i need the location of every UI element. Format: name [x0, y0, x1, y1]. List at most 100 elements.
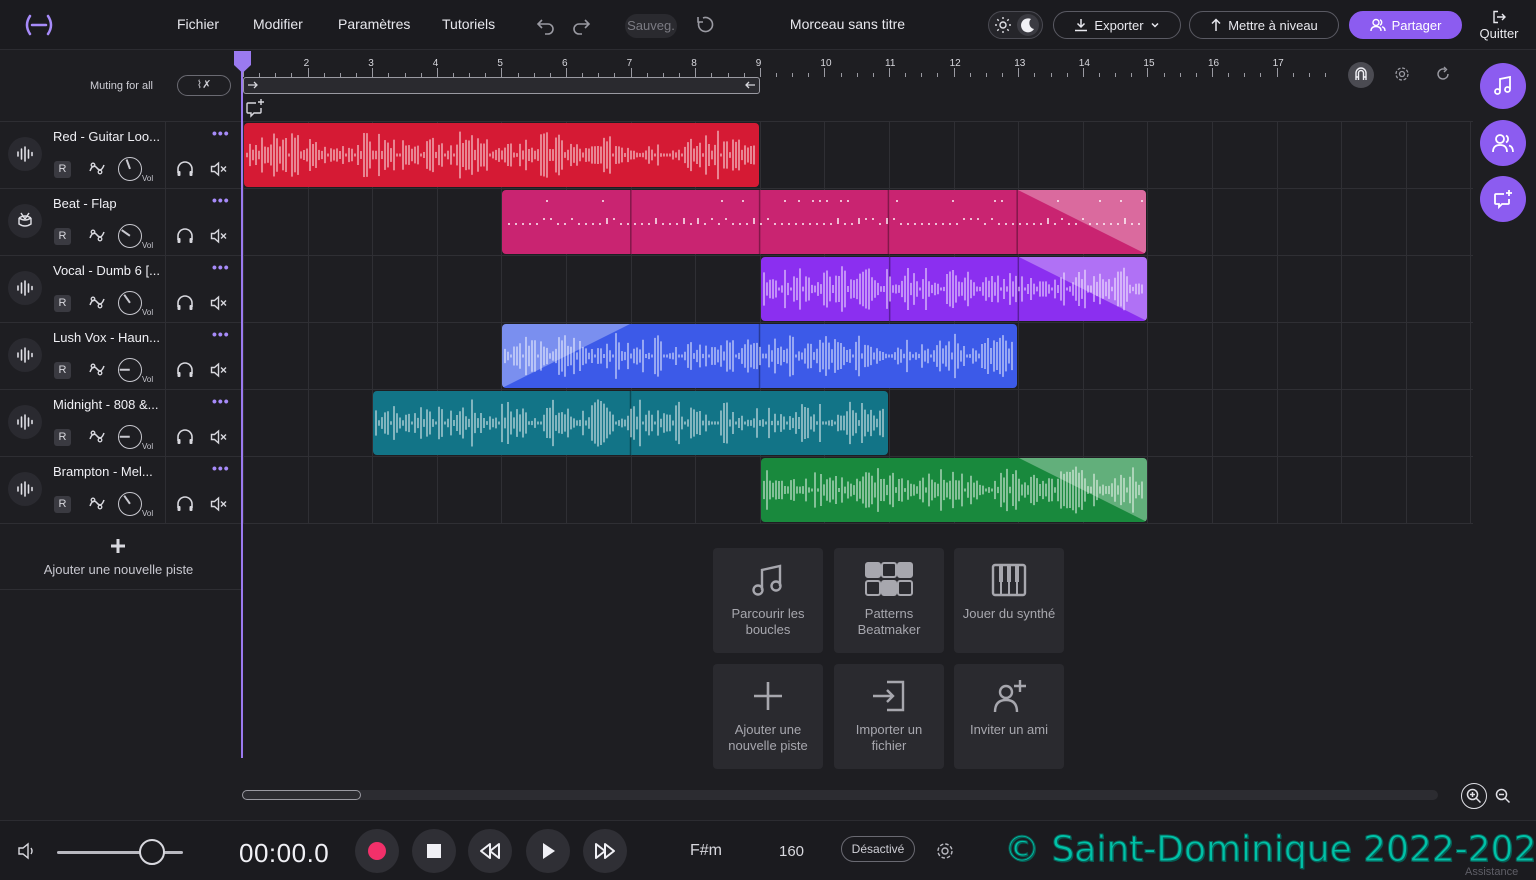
undo-icon[interactable] — [535, 14, 557, 36]
record-arm-button[interactable]: R — [54, 362, 71, 379]
track-name[interactable]: Red - Guitar Loo... — [53, 129, 163, 144]
menu-edit[interactable]: Modifier — [253, 16, 303, 32]
headphones-icon[interactable] — [176, 428, 194, 446]
audio-clip[interactable] — [502, 324, 1017, 388]
record-button[interactable] — [355, 829, 399, 873]
more-options-icon[interactable]: ••• — [212, 125, 230, 141]
audio-clip[interactable] — [761, 257, 1147, 321]
mute-icon[interactable] — [210, 361, 228, 379]
timeline-ruler[interactable]: 2 3 4 5 6 7 8 9 10 11 12 13 14 15 16 17 — [243, 51, 1337, 77]
loops-browser-button[interactable] — [1480, 63, 1526, 109]
volume-knob[interactable] — [118, 358, 142, 382]
track-row[interactable]: Midnight - 808 &... ••• R Vol — [0, 389, 241, 457]
record-arm-button[interactable]: R — [54, 295, 71, 312]
quick-action-tile[interactable]: Importer un fichier — [834, 664, 944, 769]
headphones-icon[interactable] — [176, 495, 194, 513]
fade-handle[interactable] — [1019, 257, 1147, 321]
track-name[interactable]: Beat - Flap — [53, 196, 163, 211]
waveform-icon[interactable] — [8, 137, 42, 171]
collaborators-button[interactable] — [1480, 120, 1526, 166]
loop-region[interactable] — [243, 77, 760, 94]
quick-action-tile[interactable]: Parcourir les boucles — [713, 548, 823, 653]
export-button[interactable]: Exporter — [1053, 11, 1181, 39]
metronome-toggle[interactable]: Désactivé — [841, 836, 915, 862]
waveform-icon[interactable] — [8, 405, 42, 439]
zoom-in-icon[interactable] — [1461, 783, 1487, 809]
key-display[interactable]: F#m — [690, 842, 722, 860]
track-row[interactable]: Brampton - Mel... ••• R Vol — [0, 456, 241, 524]
headphones-icon[interactable] — [176, 160, 194, 178]
menu-settings[interactable]: Paramètres — [338, 16, 410, 32]
volume-knob[interactable] — [118, 492, 142, 516]
fade-handle[interactable] — [1019, 458, 1147, 522]
fast-forward-button[interactable] — [583, 829, 627, 873]
more-options-icon[interactable]: ••• — [212, 460, 230, 476]
headphones-icon[interactable] — [176, 294, 194, 312]
headphones-icon[interactable] — [176, 361, 194, 379]
play-button[interactable] — [526, 829, 570, 873]
waveform-icon[interactable] — [8, 338, 42, 372]
gear-icon[interactable] — [1393, 65, 1411, 83]
fade-handle[interactable] — [1018, 190, 1146, 254]
horizontal-scrollbar[interactable] — [242, 790, 1438, 800]
loop-icon[interactable] — [1434, 65, 1452, 83]
audio-clip[interactable] — [244, 123, 759, 187]
quick-action-tile[interactable]: Inviter un ami — [954, 664, 1064, 769]
effects-icon[interactable] — [88, 226, 106, 244]
more-options-icon[interactable]: ••• — [212, 393, 230, 409]
project-title[interactable]: Morceau sans titre — [760, 16, 935, 32]
fade-handle[interactable] — [502, 324, 630, 388]
record-arm-button[interactable]: R — [54, 496, 71, 513]
rewind-button[interactable] — [468, 829, 512, 873]
bpm-display[interactable]: 160 — [779, 843, 804, 860]
quit-button[interactable]: Quitter — [1476, 9, 1522, 41]
drum-icon[interactable] — [8, 204, 42, 238]
quick-action-tile[interactable]: Patterns Beatmaker — [834, 548, 944, 653]
headphones-icon[interactable] — [176, 227, 194, 245]
audio-clip[interactable] — [373, 391, 888, 455]
menu-tutorials[interactable]: Tutoriels — [442, 16, 495, 32]
more-options-icon[interactable]: ••• — [212, 259, 230, 275]
effects-icon[interactable] — [88, 427, 106, 445]
waveform-icon[interactable] — [8, 271, 42, 305]
track-row[interactable]: Vocal - Dumb 6 [... ••• R Vol — [0, 255, 241, 323]
effects-icon[interactable] — [88, 494, 106, 512]
stop-button[interactable] — [412, 829, 456, 873]
mute-icon[interactable] — [210, 160, 228, 178]
add-track-button[interactable]: Ajouter une nouvelle piste — [0, 523, 241, 590]
record-arm-button[interactable]: R — [54, 429, 71, 446]
quick-action-tile[interactable]: Ajouter une nouvelle piste — [713, 664, 823, 769]
track-name[interactable]: Vocal - Dumb 6 [... — [53, 263, 163, 278]
quick-action-tile[interactable]: Jouer du synthé — [954, 548, 1064, 653]
effects-icon[interactable] — [88, 159, 106, 177]
track-name[interactable]: Lush Vox - Haun... — [53, 330, 163, 345]
audio-clip[interactable] — [761, 458, 1147, 522]
track-name[interactable]: Midnight - 808 &... — [53, 397, 163, 412]
mute-icon[interactable] — [210, 495, 228, 513]
history-icon[interactable] — [694, 14, 716, 36]
snap-magnet-icon[interactable] — [1348, 62, 1374, 88]
track-row[interactable]: Lush Vox - Haun... ••• R Vol — [0, 322, 241, 390]
track-row[interactable]: Beat - Flap ••• R Vol — [0, 188, 241, 256]
theme-toggle[interactable] — [988, 11, 1043, 39]
record-arm-button[interactable]: R — [54, 228, 71, 245]
app-logo-icon[interactable] — [22, 13, 56, 37]
volume-knob[interactable] — [118, 224, 142, 248]
master-volume-thumb[interactable] — [138, 839, 165, 865]
share-button[interactable]: Partager — [1349, 11, 1462, 39]
mute-icon[interactable] — [210, 227, 228, 245]
assistance-link[interactable]: Assistance — [1465, 866, 1518, 878]
muting-for-all-button[interactable]: ⌇✗ — [177, 75, 231, 96]
mute-icon[interactable] — [210, 294, 228, 312]
effects-icon[interactable] — [88, 293, 106, 311]
menu-file[interactable]: Fichier — [177, 16, 219, 32]
arrangement-grid[interactable] — [243, 121, 1473, 524]
effects-icon[interactable] — [88, 360, 106, 378]
volume-knob[interactable] — [118, 157, 142, 181]
volume-knob[interactable] — [118, 291, 142, 315]
audio-clip[interactable] — [502, 190, 1146, 254]
gear-icon[interactable] — [935, 841, 955, 861]
speaker-icon[interactable] — [17, 841, 37, 861]
volume-knob[interactable] — [118, 425, 142, 449]
mute-icon[interactable] — [210, 428, 228, 446]
